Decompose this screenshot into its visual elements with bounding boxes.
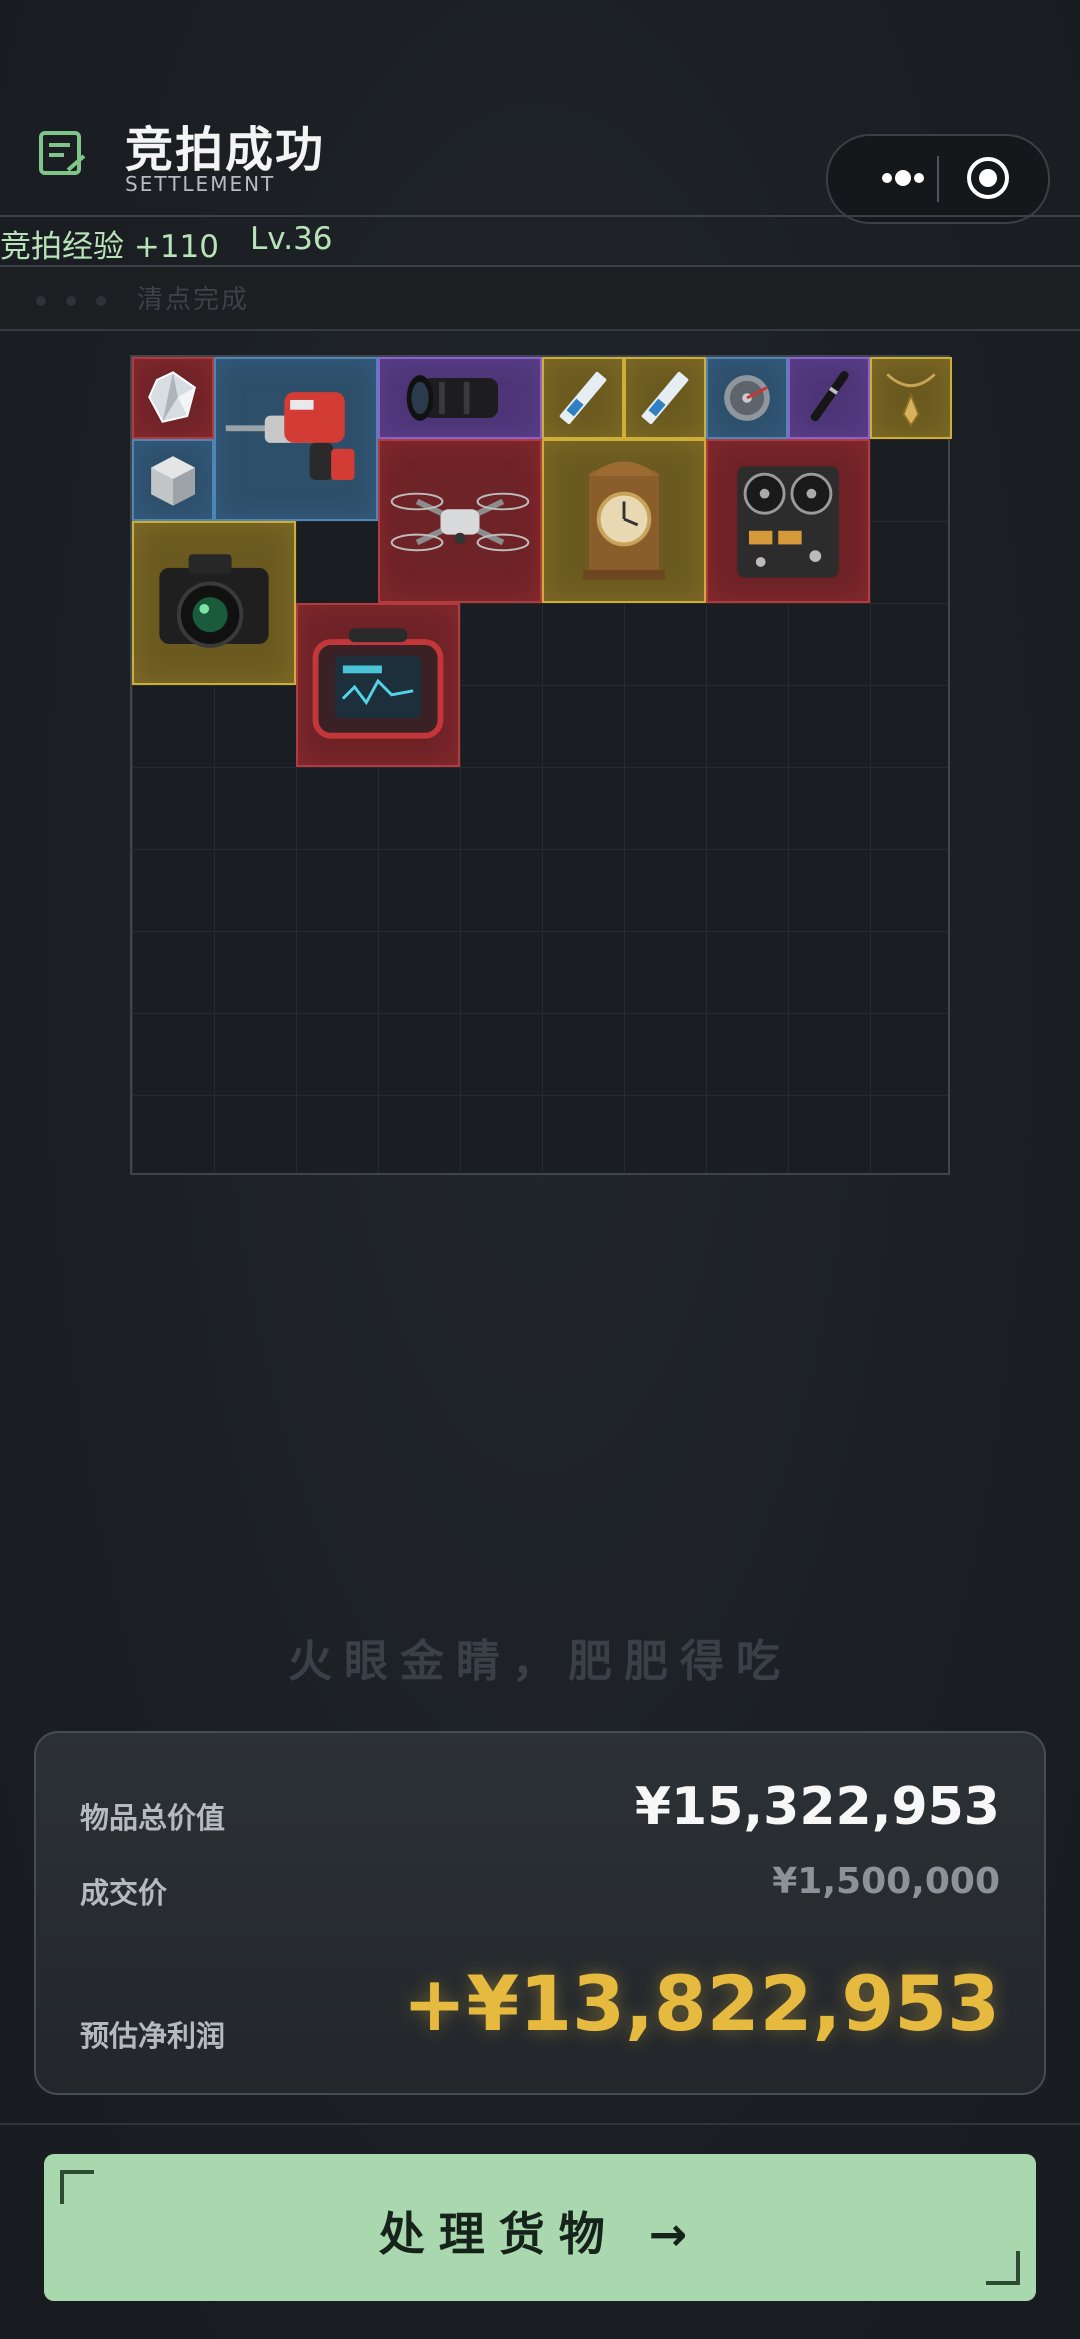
item-pendant-necklace[interactable] bbox=[870, 357, 952, 439]
tape-recorder-icon bbox=[737, 466, 839, 578]
capsule-divider bbox=[937, 156, 939, 202]
clock-icon bbox=[583, 461, 665, 580]
note-edit-icon bbox=[39, 131, 86, 175]
cube-icon bbox=[151, 456, 195, 506]
item-field-monitor[interactable] bbox=[296, 603, 460, 767]
drone-icon bbox=[390, 492, 530, 552]
item-dslr-camera[interactable] bbox=[132, 521, 296, 685]
deal-price: ¥1,500,000 bbox=[772, 1861, 1000, 1902]
item-metal-cube[interactable] bbox=[132, 439, 214, 521]
process-goods-label: 处理货物 → bbox=[378, 2207, 702, 2261]
slogan: 火眼金睛，肥肥得吃 bbox=[288, 1636, 792, 1687]
total-value-label: 物品总价值 bbox=[80, 1801, 226, 1835]
item-ssd-stick-1[interactable] bbox=[542, 357, 624, 439]
total-value: ¥15,322,953 bbox=[634, 1777, 1000, 1837]
profit-label: 预估净利润 bbox=[80, 2019, 226, 2053]
necklace-icon bbox=[886, 373, 936, 428]
hammer-drill-icon bbox=[225, 392, 355, 480]
status-text: 清点完成 bbox=[137, 285, 250, 315]
camera-icon bbox=[159, 554, 269, 648]
miniprogram-capsule bbox=[826, 134, 1050, 224]
item-hard-disk[interactable] bbox=[706, 357, 788, 439]
settlement-summary-card: 物品总价值 ¥15,322,953 成交价 ¥1,500,000 预估净利润 +… bbox=[34, 1731, 1046, 2095]
player-level: Lv.36 bbox=[250, 221, 333, 257]
close-target-icon[interactable] bbox=[966, 156, 1010, 200]
ssd-icon bbox=[559, 371, 607, 425]
experience-bar: 竞拍经验 +110 Lv.36 bbox=[0, 217, 1080, 265]
item-reel-tape-recorder[interactable] bbox=[706, 439, 870, 603]
profit-value: +¥13,822,953 bbox=[402, 1959, 1000, 2048]
hard-disk-icon bbox=[724, 375, 770, 421]
item-antique-clock[interactable] bbox=[542, 439, 706, 603]
item-camera-lens[interactable] bbox=[378, 357, 542, 439]
page-title: 竞拍成功 bbox=[125, 122, 326, 178]
progress-dots bbox=[36, 291, 126, 310]
ssd-icon bbox=[641, 371, 689, 425]
divider bbox=[0, 2123, 1080, 2125]
corner-decoration bbox=[986, 2251, 1020, 2285]
page-subtitle: SETTLEMENT bbox=[125, 172, 276, 196]
lens-icon bbox=[406, 375, 499, 421]
monitor-icon bbox=[312, 628, 444, 739]
deal-price-label: 成交价 bbox=[80, 1876, 168, 1910]
item-drone[interactable] bbox=[378, 439, 542, 603]
pen-icon bbox=[810, 371, 849, 422]
exp-gain: 竞拍经验 +110 bbox=[0, 229, 219, 265]
divider bbox=[0, 329, 1080, 331]
inventory-grid bbox=[130, 355, 952, 1175]
item-diamond[interactable] bbox=[132, 357, 214, 439]
diamond-icon bbox=[148, 371, 196, 423]
item-rotary-hammer[interactable] bbox=[214, 357, 378, 521]
more-icon[interactable] bbox=[858, 156, 948, 200]
status-bar: 清点完成 bbox=[0, 267, 1080, 329]
item-fountain-pen[interactable] bbox=[788, 357, 870, 439]
item-ssd-stick-2[interactable] bbox=[624, 357, 706, 439]
process-goods-button[interactable]: 处理货物 → bbox=[44, 2154, 1036, 2301]
